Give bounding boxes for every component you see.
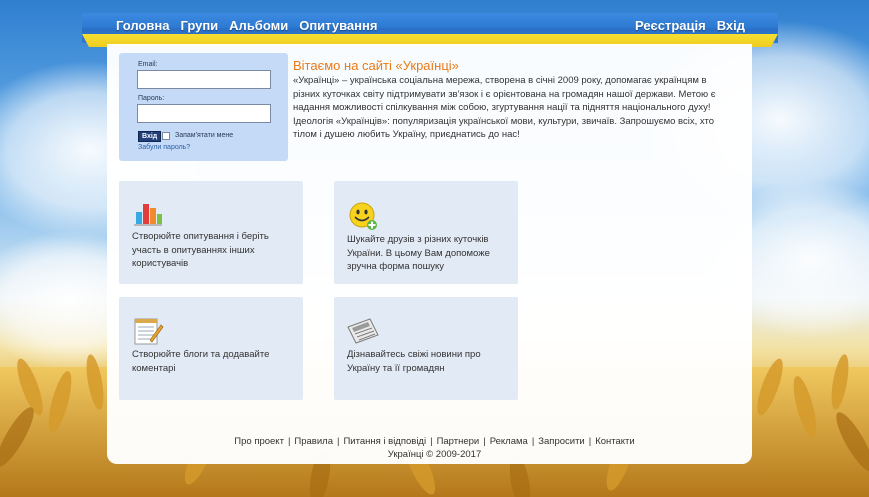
remember-me-label: Запам'ятати мене — [175, 132, 234, 139]
nav-register[interactable]: Реєстрація — [635, 18, 706, 33]
footer-link-rules[interactable]: Правила — [294, 436, 333, 447]
smiley-add-icon — [349, 202, 377, 230]
footer-link-faq[interactable]: Питання і відповіді — [343, 436, 426, 447]
login-submit-button[interactable]: Вхід — [138, 131, 162, 142]
nav-groups[interactable]: Групи — [180, 18, 218, 33]
main-menu: Головна Групи Альбоми Опитування — [116, 18, 377, 33]
account-menu: Реєстрація Вхід — [635, 18, 745, 33]
footer-link-invite[interactable]: Запросити — [538, 436, 584, 447]
footer-links: Про проект | Правила | Питання і відповіді | П… — [234, 436, 635, 447]
remember-me-checkbox[interactable] — [162, 132, 170, 140]
forgot-password-link[interactable]: Забули пароль? — [138, 144, 190, 151]
welcome-title: Вітаємо на сайті «Українці» — [293, 58, 459, 73]
password-label: Пароль: — [138, 95, 165, 102]
footer-link-partners[interactable]: Партнери — [437, 436, 480, 447]
newspaper-icon — [347, 318, 379, 344]
nav-albums[interactable]: Альбоми — [229, 18, 288, 33]
bar-chart-icon — [134, 204, 162, 226]
welcome-text: «Українці» – українська соціальна мережа… — [293, 75, 716, 141]
footer-link-contacts[interactable]: Контакти — [595, 436, 635, 447]
email-field[interactable] — [137, 70, 271, 89]
nav-login[interactable]: Вхід — [717, 18, 745, 33]
footer-link-ads[interactable]: Реклама — [490, 436, 528, 447]
feature-text-news: Дізнавайтесь свіжі новини про Україну та… — [347, 349, 481, 374]
nav-polls[interactable]: Опитування — [299, 18, 377, 33]
feature-text-polls: Створюйте опитування і беріть участь в о… — [132, 231, 269, 269]
footer-copyright: Українці © 2009-2017 — [387, 449, 482, 460]
feature-text-friends: Шукайте друзів з різних куточків України… — [347, 234, 490, 272]
nav-home[interactable]: Головна — [116, 18, 169, 33]
feature-text-blogs: Створюйте блоги та додавайте коментарі — [132, 349, 270, 374]
email-label: Email: — [138, 61, 158, 68]
footer-link-about[interactable]: Про проект — [234, 436, 284, 447]
notepad-icon — [134, 318, 164, 345]
password-field[interactable] — [137, 104, 271, 123]
